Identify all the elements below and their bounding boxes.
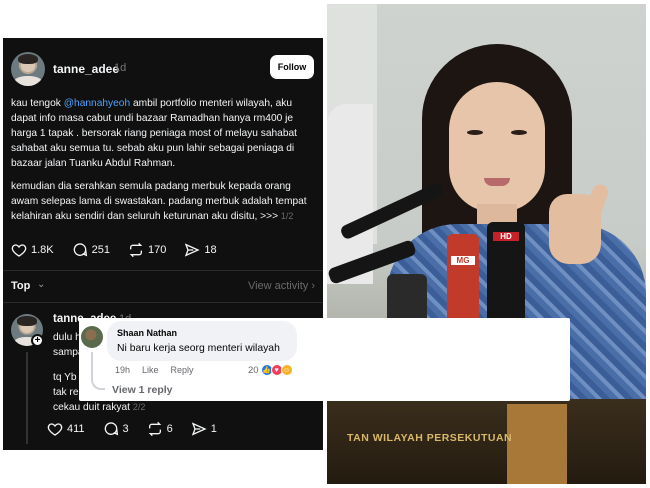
reply-connector: [91, 352, 105, 390]
post-paragraph-1: kau tengok @hannahyeoh ambil portfolio m…: [11, 96, 315, 171]
repost-icon: [148, 421, 161, 437]
thumbs-up-hand: [549, 194, 601, 264]
facebook-comment: Shaan Nathan Ni baru kerja seorg menteri…: [79, 318, 570, 401]
like-button[interactable]: 411: [47, 421, 85, 437]
comment-bubble: Shaan Nathan Ni baru kerja seorg menteri…: [107, 321, 297, 361]
comment-like-button[interactable]: Like: [142, 365, 159, 375]
divider: [3, 270, 323, 271]
divider: [3, 302, 323, 303]
post-actions: 1.8K 251 170 18: [11, 242, 235, 258]
view-activity-label: View activity: [247, 280, 309, 292]
comment-reply-button[interactable]: Reply: [171, 365, 194, 375]
share-button[interactable]: 18: [184, 242, 217, 258]
podium-text: TAN WILAYAH PERSEKUTUAN: [347, 432, 513, 444]
post-text-pre: kau tengok: [11, 98, 64, 109]
comment-icon: [104, 422, 118, 436]
share-button[interactable]: 1: [191, 421, 217, 437]
comment-button[interactable]: 3: [103, 421, 129, 437]
send-icon: [185, 243, 201, 257]
mic-label: HD: [493, 232, 519, 241]
post-text-2: kemudian dia serahkan semula padang merb…: [11, 181, 307, 222]
post-header: tanne_adee 1d Follow: [3, 48, 323, 88]
avatar[interactable]: [11, 52, 45, 86]
share-count: 1: [210, 423, 217, 435]
haha-reaction-icon: ☺: [280, 364, 293, 376]
view-replies-link[interactable]: View 1 reply: [112, 384, 173, 396]
heart-icon: [11, 244, 27, 257]
avatar[interactable]: [81, 326, 103, 348]
repost-count: 170: [148, 244, 167, 256]
follow-button[interactable]: Follow: [270, 55, 314, 79]
share-count: 18: [204, 244, 217, 256]
post-username[interactable]: tanne_adee: [53, 62, 119, 76]
reply-actions: 411 3 6 1: [47, 421, 235, 437]
comment-count: 3: [122, 423, 129, 435]
chevron-down-icon: ⌄: [37, 279, 46, 290]
mic-label: MG: [451, 256, 475, 265]
sort-dropdown[interactable]: Top: [11, 280, 30, 292]
mention-link[interactable]: @hannahyeoh: [64, 98, 130, 109]
sort-row: Top ⌄ View activity ›: [11, 279, 315, 295]
reaction-count: 20: [248, 364, 259, 376]
commenter-name[interactable]: Shaan Nathan: [117, 328, 177, 338]
view-activity-link[interactable]: View activity ›: [248, 280, 315, 292]
heart-icon: [47, 423, 63, 436]
repost-icon: [129, 242, 143, 258]
repost-button[interactable]: 6: [147, 421, 173, 437]
page-indicator: 2/2: [132, 402, 146, 412]
plus-icon[interactable]: +: [31, 334, 44, 347]
comment-time[interactable]: 19h: [115, 365, 130, 375]
comment-meta: 19h Like Reply: [115, 365, 206, 375]
thread-line: [26, 352, 28, 444]
post-time: 1d: [114, 62, 127, 74]
comment-count: 251: [91, 244, 110, 256]
reply-text-line: cekau duit rakyat: [53, 402, 131, 413]
speaker-face: [449, 82, 545, 212]
reaction-summary[interactable]: 20 👍 ♥ ☺: [248, 364, 293, 376]
repost-button[interactable]: 170: [128, 242, 166, 258]
comment-text: Ni baru kerja seorg menteri wilayah: [117, 343, 280, 354]
like-button[interactable]: 1.8K: [11, 242, 54, 258]
press-conference-photo: MG HD TAN WILAYAH PERSEKUTUAN: [327, 4, 646, 484]
like-count: 411: [67, 423, 85, 435]
post-paragraph-2: kemudian dia serahkan semula padang merb…: [11, 179, 315, 224]
repost-count: 6: [166, 423, 173, 435]
comment-button[interactable]: 251: [72, 242, 110, 258]
like-count: 1.8K: [31, 244, 54, 256]
comment-icon: [73, 243, 87, 257]
send-icon: [191, 422, 207, 436]
page-indicator: 1/2: [280, 211, 294, 221]
